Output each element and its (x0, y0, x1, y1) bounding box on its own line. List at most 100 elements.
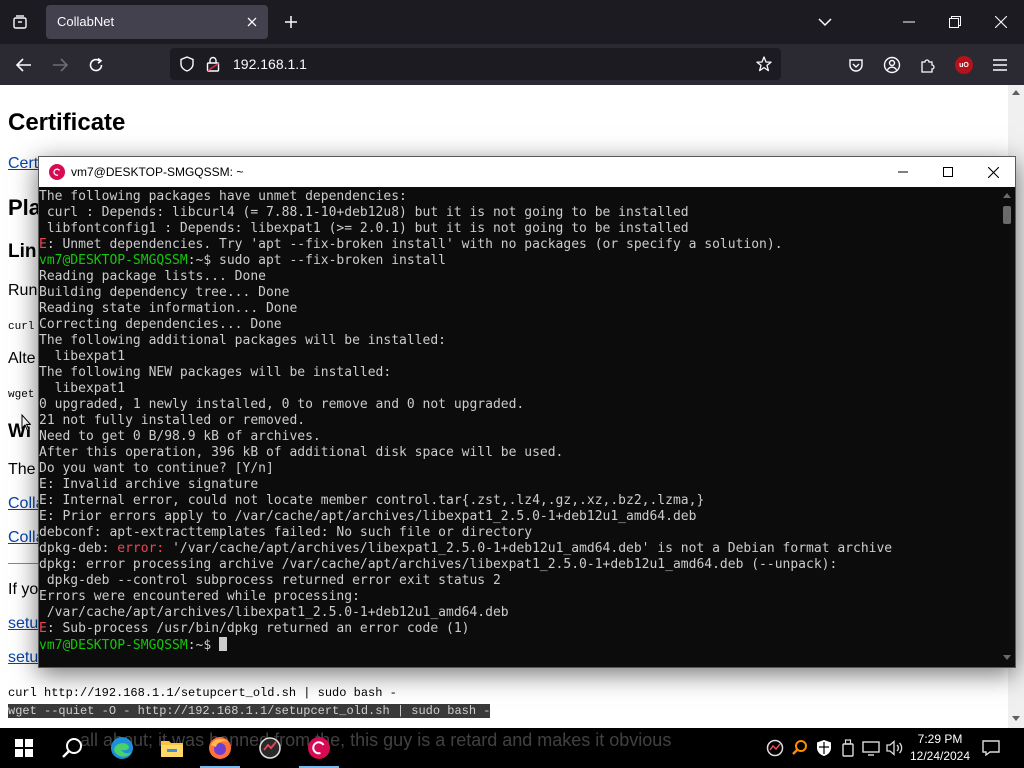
terminal-text: E: Internal error, could not locate memb… (39, 493, 705, 508)
volume-icon[interactable] (885, 738, 905, 758)
terminal-text: :~$ (187, 638, 220, 653)
platform-heading: Pla (8, 195, 42, 220)
windows-start-icon[interactable] (0, 728, 48, 768)
usb-device-icon[interactable] (838, 738, 858, 758)
terminal-text: Do you want to continue? [Y/n] (39, 461, 274, 476)
url-bar[interactable]: 192.168.1.1 (170, 48, 781, 80)
terminal-text: The following packages have unmet depend… (39, 189, 407, 204)
terminal-text: The following NEW packages will be insta… (39, 365, 392, 380)
terminal-text: Building dependency tree... Done (39, 285, 290, 300)
terminal-text: E: Invalid archive signature (39, 477, 259, 492)
forward-icon[interactable] (45, 50, 75, 80)
tab-list-icon[interactable] (6, 8, 34, 36)
terminal-text: '/var/cache/apt/archives/libexpat1_2.5.0… (164, 541, 893, 556)
curl-command: curl http://192.168.1.1/setupcert_old.sh… (8, 686, 397, 700)
taskbar: all about; it was banned from the, this … (0, 728, 1024, 768)
search-icon[interactable] (48, 728, 96, 768)
terminal-line: vm7@DESKTOP-SMGQSSM:~$ (39, 637, 999, 653)
page-title: Certificate (8, 109, 126, 136)
tray-app-icon[interactable] (765, 738, 785, 758)
terminal-text: 0 upgraded, 1 newly installed, 0 to remo… (39, 397, 525, 412)
close-window-icon[interactable] (978, 0, 1024, 44)
alternative-text: Alte (8, 350, 36, 367)
terminal-line: 21 not fully installed or removed. (39, 413, 999, 429)
pocket-icon[interactable] (841, 50, 871, 80)
menu-icon[interactable] (985, 50, 1015, 80)
firefox-icon[interactable] (196, 728, 244, 768)
restore-icon[interactable] (932, 0, 978, 44)
terminal-text: /var/cache/apt/archives/libexpat1_2.5.0-… (39, 605, 509, 620)
mouse-cursor-icon (21, 414, 31, 432)
error-label: error: (117, 541, 165, 556)
terminal-line: dpkg-deb: error: '/var/cache/apt/archive… (39, 541, 999, 557)
terminal-text: Correcting dependencies... Done (39, 317, 282, 332)
app-icon[interactable] (246, 728, 294, 768)
terminal-scrollbar[interactable] (999, 188, 1015, 666)
ublock-icon[interactable]: uO (949, 50, 979, 80)
terminal-line: Correcting dependencies... Done (39, 317, 999, 333)
shield-icon[interactable] (179, 56, 195, 72)
terminal-output[interactable]: The following packages have unmet depend… (39, 188, 999, 666)
setup-link-1[interactable]: setu (8, 615, 38, 633)
terminal-text: Need to get 0 B/98.9 kB of archives. (39, 429, 321, 444)
terminal-text: libexpat1 (39, 349, 126, 364)
file-explorer-icon[interactable] (148, 728, 196, 768)
maximize-icon[interactable] (925, 157, 971, 187)
terminal-line: dpkg-deb --control subprocess returned e… (39, 573, 999, 589)
extensions-icon[interactable] (913, 50, 943, 80)
lock-icon[interactable] (205, 56, 221, 72)
search-tray-icon[interactable] (790, 738, 810, 758)
browser-tab[interactable]: CollabNet (46, 5, 268, 39)
terminal-line: E: Invalid archive signature (39, 477, 999, 493)
debian-icon (49, 164, 65, 180)
terminal-line: Errors were encountered while processing… (39, 589, 999, 605)
terminal-line: E: Internal error, could not locate memb… (39, 493, 999, 509)
windows-security-icon[interactable] (814, 738, 834, 758)
wget-code: wget (8, 389, 35, 401)
terminal-line: Building dependency tree... Done (39, 285, 999, 301)
linux-heading: Lin (8, 241, 37, 262)
close-tab-icon[interactable] (243, 13, 261, 31)
terminal-text: Errors were encountered while processing… (39, 589, 360, 604)
terminal-title-bar[interactable]: vm7@DESKTOP-SMGQSSM: ~ (39, 157, 1015, 187)
network-icon[interactable] (861, 738, 881, 758)
clock-date: 12/24/2024 (909, 749, 971, 763)
terminal-line: Do you want to continue? [Y/n] (39, 461, 999, 477)
tab-title: CollabNet (57, 14, 115, 29)
debian-terminal-icon[interactable] (295, 728, 343, 768)
error-label: E (39, 237, 47, 252)
minimize-icon[interactable] (880, 157, 926, 187)
clock-time: 7:29 PM (917, 732, 963, 746)
curl-code: curl (8, 321, 35, 333)
terminal-cursor (219, 637, 228, 651)
edge-icon[interactable] (98, 728, 146, 768)
run-text: Run (8, 282, 38, 299)
terminal-line: The following additional packages will b… (39, 333, 999, 349)
certificate-link[interactable]: Cert (8, 155, 38, 173)
reload-icon[interactable] (81, 50, 111, 80)
terminal-line: E: Prior errors apply to /var/cache/apt/… (39, 509, 999, 525)
terminal-window[interactable]: vm7@DESKTOP-SMGQSSM: ~ The following pac… (38, 156, 1016, 668)
minimize-icon[interactable] (886, 0, 932, 44)
terminal-text: debconf: apt-extracttemplates failed: No… (39, 525, 533, 540)
setup-link-2[interactable]: setu (8, 649, 38, 667)
terminal-line: curl : Depends: libcurl4 (= 7.88.1-10+de… (39, 205, 999, 221)
star-icon[interactable] (756, 56, 772, 72)
new-tab-icon[interactable] (278, 9, 304, 35)
terminal-text: 21 not fully installed or removed. (39, 413, 306, 428)
account-icon[interactable] (877, 50, 907, 80)
terminal-line: libfontconfig1 : Depends: libexpat1 (>= … (39, 221, 999, 237)
terminal-line: The following NEW packages will be insta… (39, 365, 999, 381)
close-icon[interactable] (970, 157, 1016, 187)
terminal-line: The following packages have unmet depend… (39, 189, 999, 205)
terminal-line: libexpat1 (39, 381, 999, 397)
back-icon[interactable] (9, 50, 39, 80)
scroll-thumb[interactable] (1003, 206, 1011, 224)
terminal-line: libexpat1 (39, 349, 999, 365)
notifications-icon[interactable] (981, 738, 1001, 758)
terminal-title: vm7@DESKTOP-SMGQSSM: ~ (71, 165, 244, 179)
terminal-text: Reading state information... Done (39, 301, 298, 316)
chevron-down-icon[interactable] (812, 9, 838, 35)
terminal-text: libexpat1 (39, 381, 126, 396)
taskbar-clock[interactable]: 7:29 PM 12/24/2024 (908, 731, 972, 765)
